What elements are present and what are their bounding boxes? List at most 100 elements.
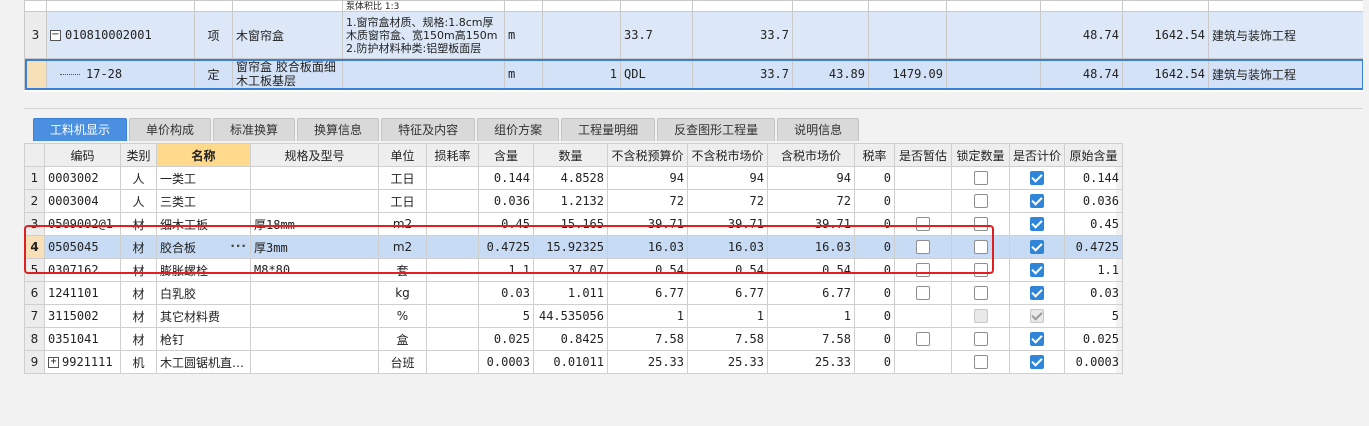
resource-name-cell[interactable]: 三类工 bbox=[156, 189, 251, 213]
bill-quantity[interactable]: 33.7 bbox=[692, 11, 793, 59]
lock-qty-checkbox[interactable] bbox=[973, 194, 988, 209]
original-content[interactable]: 5 bbox=[1064, 304, 1123, 328]
tax-rate[interactable]: 0 bbox=[854, 189, 895, 213]
resource-unit[interactable]: 套 bbox=[378, 258, 427, 282]
priced-cell[interactable] bbox=[1009, 281, 1065, 305]
content-amount[interactable]: 0.036 bbox=[478, 189, 534, 213]
original-content[interactable]: 0.025 bbox=[1064, 327, 1123, 351]
loss-rate[interactable] bbox=[426, 350, 479, 374]
collapse-icon[interactable]: − bbox=[50, 30, 61, 41]
lock-qty-checkbox[interactable] bbox=[973, 355, 988, 370]
quantity[interactable]: 0.01011 bbox=[533, 350, 608, 374]
quantity[interactable]: 15.165 bbox=[533, 212, 608, 236]
quota-price2[interactable]: 1479.09 bbox=[868, 58, 947, 90]
market-price-tax[interactable]: 6.77 bbox=[767, 281, 855, 305]
resource-spec[interactable]: M8*80 bbox=[250, 258, 379, 282]
column-header[interactable]: 是否暂估 bbox=[894, 143, 952, 167]
panel-divider[interactable] bbox=[24, 108, 1363, 109]
budget-price[interactable]: 7.58 bbox=[607, 327, 688, 351]
quota-category[interactable]: 定 bbox=[194, 58, 233, 90]
column-header[interactable]: 锁定数量 bbox=[951, 143, 1010, 167]
provisional-checkbox[interactable] bbox=[916, 217, 930, 232]
resource-unit[interactable]: 工日 bbox=[378, 189, 427, 213]
tax-rate[interactable]: 0 bbox=[854, 327, 895, 351]
market-price[interactable]: 6.77 bbox=[687, 281, 768, 305]
market-price[interactable]: 72 bbox=[687, 189, 768, 213]
resource-spec[interactable] bbox=[250, 327, 379, 351]
table-row[interactable]: 2 0003004 人三类工 工日 0.036 1.2132 72 72 72 0 0.036 bbox=[24, 189, 1123, 213]
resource-spec[interactable]: 厚3mm bbox=[250, 235, 379, 259]
priced-cell[interactable] bbox=[1009, 350, 1065, 374]
budget-price[interactable]: 39.71 bbox=[607, 212, 688, 236]
lock-qty-cell[interactable] bbox=[951, 189, 1010, 213]
loss-rate[interactable] bbox=[426, 304, 479, 328]
bill-discipline[interactable]: 建筑与装饰工程 bbox=[1208, 11, 1363, 59]
quota-code-cell[interactable]: 17-28 bbox=[46, 58, 195, 90]
resource-unit[interactable]: m2 bbox=[378, 212, 427, 236]
priced-checkbox[interactable] bbox=[1030, 171, 1044, 186]
loss-rate[interactable] bbox=[426, 189, 479, 213]
tab-4[interactable]: 特征及内容 bbox=[381, 118, 476, 141]
tab-6[interactable]: 工程量明细 bbox=[561, 118, 656, 141]
budget-price[interactable]: 72 bbox=[607, 189, 688, 213]
resource-spec[interactable] bbox=[250, 189, 379, 213]
bill-qty[interactable] bbox=[542, 11, 621, 59]
column-header[interactable]: 数量 bbox=[533, 143, 608, 167]
budget-price[interactable]: 94 bbox=[607, 166, 688, 190]
original-content[interactable]: 0.45 bbox=[1064, 212, 1123, 236]
budget-price[interactable]: 1 bbox=[607, 304, 688, 328]
budget-price[interactable]: 6.77 bbox=[607, 281, 688, 305]
quantity[interactable]: 4.8528 bbox=[533, 166, 608, 190]
resource-name-cell[interactable]: 白乳胶 bbox=[156, 281, 251, 305]
bill-row-3[interactable]: 3 −010810002001 项 木窗帘盒 1.窗帘盒材质、规格:1.8cm厚… bbox=[24, 11, 1363, 59]
table-row[interactable]: 6 1241101 材白乳胶 kg 0.03 1.011 6.77 6.77 6.77 0 0.03 bbox=[24, 281, 1123, 305]
tab-8[interactable]: 说明信息 bbox=[777, 118, 860, 141]
quota-price1[interactable]: 43.89 bbox=[792, 58, 869, 90]
provisional-checkbox[interactable] bbox=[916, 332, 930, 347]
loss-rate[interactable] bbox=[426, 258, 479, 282]
original-content[interactable]: 0.03 bbox=[1064, 281, 1123, 305]
resource-unit[interactable]: % bbox=[378, 304, 427, 328]
provisional-cell[interactable] bbox=[894, 350, 952, 374]
tab-0[interactable]: 工料机显示 bbox=[33, 118, 128, 141]
resource-category[interactable]: 材 bbox=[120, 304, 157, 328]
resource-category[interactable]: 材 bbox=[120, 281, 157, 305]
market-price-tax[interactable]: 72 bbox=[767, 189, 855, 213]
column-header[interactable]: 编码 bbox=[44, 143, 121, 167]
quota-row-17-28[interactable]: 17-28 定 窗帘盒 胶合板面细木工板基层 m 1 QDL 33.7 43.8… bbox=[24, 58, 1363, 90]
resource-spec[interactable] bbox=[250, 350, 379, 374]
market-price[interactable]: 39.71 bbox=[687, 212, 768, 236]
lock-qty-cell[interactable] bbox=[951, 258, 1010, 282]
priced-cell[interactable] bbox=[1009, 166, 1065, 190]
table-row[interactable]: 9 +9921111 机木工圆锯机直… 台班 0.0003 0.01011 25.33 25.… bbox=[24, 350, 1123, 374]
bill-name[interactable]: 木窗帘盒 bbox=[232, 11, 343, 59]
resource-grid[interactable]: 编码 类别 名称 规格及型号 单位 损耗率 含量 数量 不含税预算价 不含税市场价 含税市场价 税率是… bbox=[24, 143, 1123, 374]
column-header[interactable]: 含税市场价 bbox=[767, 143, 855, 167]
loss-rate[interactable] bbox=[426, 235, 479, 259]
quota-name[interactable]: 窗帘盒 胶合板面细木工板基层 bbox=[232, 58, 343, 90]
column-header[interactable]: 单位 bbox=[378, 143, 427, 167]
market-price-tax[interactable]: 0.54 bbox=[767, 258, 855, 282]
resource-category[interactable]: 材 bbox=[120, 212, 157, 236]
original-content[interactable]: 0.144 bbox=[1064, 166, 1123, 190]
priced-checkbox[interactable] bbox=[1030, 194, 1044, 209]
priced-checkbox[interactable] bbox=[1030, 332, 1044, 347]
priced-checkbox[interactable] bbox=[1030, 309, 1044, 324]
tax-rate[interactable]: 0 bbox=[854, 212, 895, 236]
market-price-tax[interactable]: 1 bbox=[767, 304, 855, 328]
resource-spec[interactable]: 厚18mm bbox=[250, 212, 379, 236]
resource-name-cell[interactable]: 一类工 bbox=[156, 166, 251, 190]
resource-code-cell[interactable]: 0509002@1 bbox=[44, 212, 121, 236]
lock-qty-checkbox[interactable] bbox=[973, 286, 988, 301]
market-price[interactable]: 25.33 bbox=[687, 350, 768, 374]
bill-items-grid[interactable]: 泵体积比 1:3 3 −010810002001 项 木窗帘盒 1.窗帘盒材质、… bbox=[24, 0, 1363, 92]
content-amount[interactable]: 0.144 bbox=[478, 166, 534, 190]
original-content[interactable]: 0.0003 bbox=[1064, 350, 1123, 374]
provisional-cell[interactable] bbox=[894, 327, 952, 351]
original-content[interactable]: 1.1 bbox=[1064, 258, 1123, 282]
bill-total[interactable]: 1642.54 bbox=[1122, 11, 1209, 59]
bill-expr[interactable]: 33.7 bbox=[620, 11, 693, 59]
resource-name-cell[interactable]: 细木工板 bbox=[156, 212, 251, 236]
provisional-checkbox[interactable] bbox=[916, 263, 930, 278]
lock-qty-checkbox[interactable] bbox=[973, 217, 988, 232]
